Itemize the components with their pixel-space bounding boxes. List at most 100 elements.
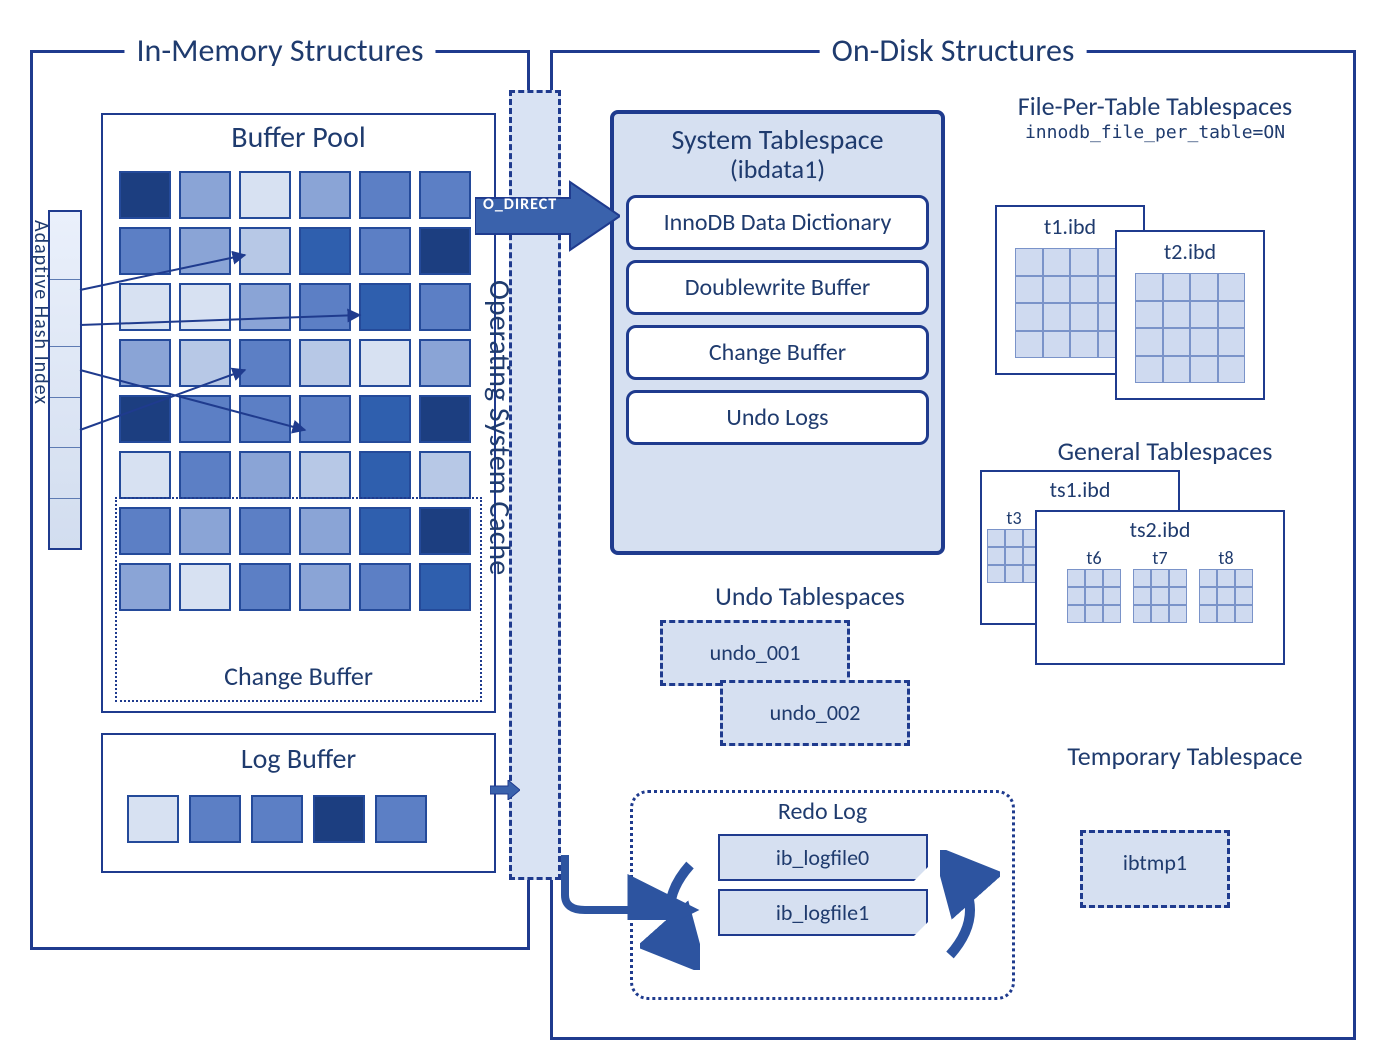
in-memory-panel: In-Memory Structures Buffer Pool Change … (30, 50, 530, 950)
undo-file-name: undo_002 (770, 699, 861, 726)
log-buffer-page (251, 795, 303, 843)
buffer-page (359, 395, 411, 443)
buffer-page (299, 339, 351, 387)
temp-tablespace-file-name: ibtmp1 (1123, 849, 1187, 876)
temp-tablespace-file: ibtmp1 (1080, 830, 1230, 908)
systs-item: InnoDB Data Dictionary (626, 195, 929, 250)
general-tablespaces-section: General Tablespaces (975, 435, 1355, 467)
buffer-page (359, 507, 411, 555)
buffer-page (179, 451, 231, 499)
buffer-page (419, 507, 471, 555)
table-name: t6 (1086, 547, 1101, 569)
systs-item: Change Buffer (626, 325, 929, 380)
buffer-page (119, 451, 171, 499)
buffer-page (119, 283, 171, 331)
buffer-page (359, 451, 411, 499)
buffer-page (179, 507, 231, 555)
systs-item: Doublewrite Buffer (626, 260, 929, 315)
buffer-page (179, 171, 231, 219)
buffer-page (299, 227, 351, 275)
buffer-page (299, 563, 351, 611)
ibd-file: t2.ibd (1115, 230, 1265, 400)
buffer-page (239, 283, 291, 331)
table-grid-icon (1133, 569, 1187, 623)
buffer-page (119, 507, 171, 555)
table-name: t8 (1218, 547, 1233, 569)
buffer-page (419, 395, 471, 443)
log-buffer-page (189, 795, 241, 843)
table-grid-icon (1199, 569, 1253, 623)
buffer-pool: Buffer Pool Change Buffer (101, 113, 496, 713)
undo-tablespaces-section: Undo Tablespaces (650, 580, 970, 618)
undo-tablespaces-title: Undo Tablespaces (650, 580, 970, 612)
os-cache-label: Operating System Cache (481, 280, 518, 850)
log-buffer-title: Log Buffer (103, 741, 494, 776)
buffer-page (359, 563, 411, 611)
buffer-page (179, 283, 231, 331)
buffer-page (299, 451, 351, 499)
buffer-pool-grid (119, 171, 471, 611)
buffer-page (419, 227, 471, 275)
buffer-page (239, 507, 291, 555)
buffer-page (119, 395, 171, 443)
on-disk-title: On-Disk Structures (820, 31, 1087, 70)
table-grid-icon (1135, 273, 1245, 383)
buffer-pool-title: Buffer Pool (103, 119, 494, 156)
buffer-page (359, 171, 411, 219)
general-tablespaces-title: General Tablespaces (975, 435, 1355, 467)
buffer-page (299, 171, 351, 219)
ibd-file-name: t2.ibd (1164, 238, 1216, 265)
buffer-page (299, 283, 351, 331)
table-grid-icon (1067, 569, 1121, 623)
redo-log-title: Redo Log (633, 797, 1012, 826)
buffer-page (119, 339, 171, 387)
undo-file: undo_001 (660, 620, 850, 686)
redo-cycle-arrow-right (940, 850, 1000, 970)
table-grid-icon (987, 529, 1041, 583)
adaptive-hash-index-label: Adaptive Hash Index (29, 220, 53, 550)
temp-tablespace-section: Temporary Tablespace (1060, 740, 1310, 772)
innodb-architecture-diagram: In-Memory Structures Buffer Pool Change … (20, 20, 1366, 1042)
buffer-page (419, 563, 471, 611)
buffer-page (359, 339, 411, 387)
buffer-page (419, 283, 471, 331)
redo-log-file-name: ib_logfile1 (776, 899, 869, 926)
redo-log-file-name: ib_logfile0 (776, 844, 869, 871)
adaptive-hash-index (48, 210, 82, 550)
log-buffer-to-cache-arrow (490, 780, 520, 800)
system-tablespace-title: System Tablespace (626, 122, 929, 157)
buffer-page (119, 227, 171, 275)
buffer-page (419, 451, 471, 499)
in-memory-title: In-Memory Structures (124, 31, 435, 70)
buffer-page (359, 227, 411, 275)
buffer-page (179, 563, 231, 611)
system-tablespace: System Tablespace (ibdata1) InnoDB Data … (610, 110, 945, 555)
systs-item: Undo Logs (626, 390, 929, 445)
buffer-page (179, 339, 231, 387)
undo-file-name: undo_001 (710, 639, 801, 666)
buffer-page (239, 227, 291, 275)
table-name: t3 (1006, 507, 1021, 529)
change-buffer-label: Change Buffer (117, 660, 480, 692)
file-per-table-subtitle: innodb_file_per_table=ON (980, 122, 1330, 143)
buffer-page (239, 563, 291, 611)
general-tablespace-ts2: ts2.ibd t6 t7 t8 (1035, 510, 1285, 665)
o-direct-label: O_DIRECT (483, 195, 557, 214)
buffer-page (179, 227, 231, 275)
buffer-page (239, 171, 291, 219)
table-grid-icon (1015, 248, 1125, 358)
temp-tablespace-title: Temporary Tablespace (1060, 740, 1310, 772)
file-per-table-section: File-Per-Table Tablespaces innodb_file_p… (980, 90, 1330, 143)
buffer-page (359, 283, 411, 331)
o-direct-arrow (475, 180, 620, 252)
ibd-file-name: t1.ibd (1044, 213, 1096, 240)
log-buffer-row (127, 795, 427, 843)
system-tablespace-subtitle: (ibdata1) (626, 153, 929, 185)
buffer-page (119, 563, 171, 611)
log-buffer-page (127, 795, 179, 843)
buffer-page (299, 507, 351, 555)
buffer-page (239, 451, 291, 499)
log-buffer-page (375, 795, 427, 843)
file-per-table-title: File-Per-Table Tablespaces (980, 90, 1330, 122)
log-buffer-page (313, 795, 365, 843)
